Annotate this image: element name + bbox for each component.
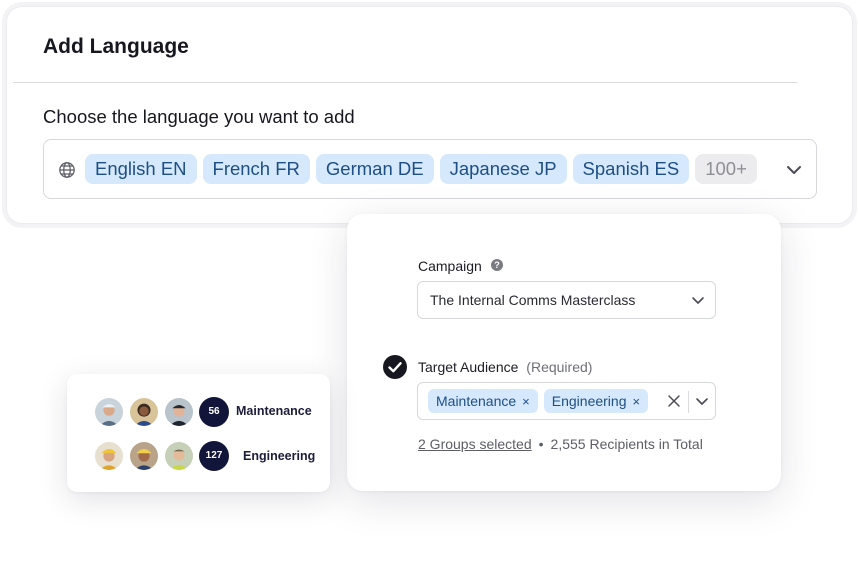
target-audience-multiselect[interactable]: Maintenance × Engineering × (417, 382, 716, 420)
language-chip-german[interactable]: German DE (315, 154, 434, 184)
avatar (94, 397, 124, 427)
target-audience-label: Target Audience (Required) (418, 359, 592, 375)
add-language-card: Add Language Choose the language you wan… (6, 6, 853, 224)
globe-icon (59, 162, 75, 178)
language-chip-english[interactable]: English EN (85, 154, 197, 184)
remove-icon[interactable]: × (522, 394, 530, 409)
avatar (94, 441, 124, 471)
avatar (129, 397, 159, 427)
group-count-badge: 127 (199, 441, 229, 471)
chevron-down-icon[interactable] (784, 160, 804, 180)
language-chip-spanish[interactable]: Spanish ES (572, 154, 690, 184)
chevron-down-icon[interactable] (694, 393, 710, 409)
campaign-card: Campaign ? The Internal Comms Masterclas… (347, 214, 781, 491)
language-chips: English EN French FR German DE Japanese … (85, 154, 757, 184)
chevron-down-icon (692, 297, 704, 304)
language-chip-french[interactable]: French FR (202, 154, 310, 184)
more-languages-badge[interactable]: 100+ (695, 154, 757, 184)
target-audience-label-text: Target Audience (418, 359, 519, 375)
title-divider (13, 82, 797, 83)
avatar (164, 441, 194, 471)
add-language-title: Add Language (43, 35, 189, 58)
remove-icon[interactable]: × (633, 394, 641, 409)
required-label: (Required) (526, 359, 593, 375)
campaign-select[interactable]: The Internal Comms Masterclass (417, 281, 716, 319)
language-multiselect[interactable]: English EN French FR German DE Japanese … (43, 139, 817, 199)
audience-chips: Maintenance × Engineering × (428, 389, 649, 413)
summary-separator: • (538, 436, 544, 452)
group-count-badge: 56 (199, 397, 229, 427)
clear-icon[interactable] (666, 393, 682, 409)
audience-chip-label: Maintenance (436, 393, 517, 409)
check-circle-icon (383, 355, 407, 379)
audience-chip-maintenance: Maintenance × (428, 389, 538, 413)
help-icon[interactable]: ? (491, 259, 503, 271)
groups-card: 56 Maintenance 127 Engineering (67, 374, 330, 492)
audience-chip-engineering: Engineering × (543, 389, 649, 413)
group-name: Maintenance (236, 404, 312, 418)
campaign-label: Campaign (418, 258, 482, 274)
add-language-subtitle: Choose the language you want to add (43, 106, 355, 127)
campaign-select-value: The Internal Comms Masterclass (430, 292, 636, 308)
select-separator (688, 391, 689, 413)
audience-chip-label: Engineering (551, 393, 627, 409)
audience-summary: 2 Groups selected • 2,555 Recipients in To… (418, 436, 703, 452)
group-name: Engineering (243, 449, 316, 463)
avatar (129, 441, 159, 471)
avatar (164, 397, 194, 427)
groups-selected-link[interactable]: 2 Groups selected (418, 436, 532, 452)
language-chip-japanese[interactable]: Japanese JP (439, 154, 567, 184)
recipients-total: 2,555 Recipients in Total (550, 436, 703, 452)
